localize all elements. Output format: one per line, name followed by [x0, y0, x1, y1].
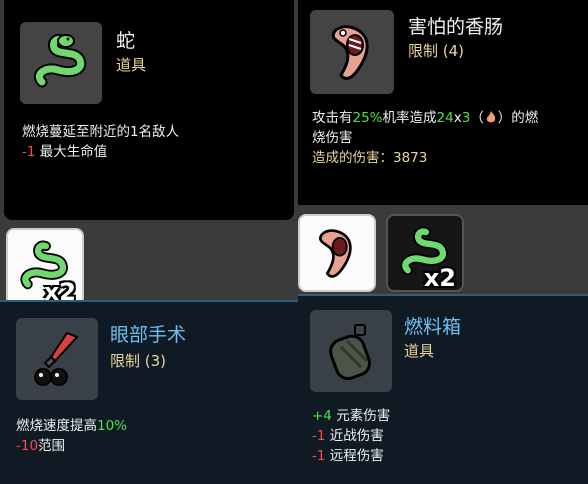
item-limit: 限制 (3)	[110, 352, 167, 370]
item-type: 道具	[116, 56, 147, 74]
sausage-icon-box	[310, 10, 394, 94]
item-description: 攻击有25%机率造成24x3（ ）的燃 烧伤害 造成的伤害：3873	[312, 108, 582, 168]
stat-label: 远程伤害	[329, 448, 384, 464]
effect-text-line1: 攻击有25%机率造成24x3（ ）的燃	[312, 108, 582, 128]
stat-value: -1	[312, 448, 326, 464]
inventory-slot-snake-2[interactable]: x2	[386, 214, 464, 292]
burning-icon	[486, 111, 495, 123]
item-name: 燃料箱	[404, 316, 462, 338]
multiplier-value: 3	[461, 110, 471, 126]
stat-line: -1 近战伤害	[312, 426, 390, 446]
item-name: 害怕的香肠	[408, 16, 504, 38]
stat-label: 最大生命值	[39, 144, 108, 160]
eye-surgery-tooltip: 眼部手术 限制 (3) 燃烧速度提高10% -10范围	[0, 300, 298, 484]
item-count: x2	[423, 264, 456, 292]
stat-label: 近战伤害	[329, 428, 384, 444]
item-type: 道具	[404, 342, 435, 360]
stat-line: -1 最大生命值	[22, 142, 179, 162]
eye-surgery-icon	[34, 331, 79, 386]
sausage-tooltip: 害怕的香肠 限制 (4) 攻击有25%机率造成24x3（ ）的燃 烧伤害 造成的伤…	[298, 0, 588, 205]
effect-text: 燃烧速度提高	[16, 418, 97, 434]
effect-mid: 机率造成	[382, 110, 437, 126]
stat-line: -10范围	[16, 436, 127, 456]
damage-dealt-line: 造成的伤害：3873	[312, 148, 582, 168]
effect-value: 10%	[97, 418, 128, 434]
damage-dealt-value: 3873	[393, 150, 428, 166]
item-limit: 限制 (4)	[408, 42, 465, 60]
effect-prefix: 攻击有	[312, 110, 353, 126]
stat-line: +4 元素伤害	[312, 406, 390, 426]
stat-value: +4	[312, 408, 332, 424]
stat-line: -1 远程伤害	[312, 446, 390, 466]
stat-value: -1	[312, 428, 326, 444]
item-name: 眼部手术	[110, 324, 187, 346]
snake-tooltip: 蛇 道具 燃烧蔓延至附近的1名敌人 -1 最大生命值	[4, 0, 294, 220]
paren-open: （	[470, 110, 484, 126]
chance-value: 25%	[352, 110, 383, 126]
snake-icon-box	[20, 22, 102, 104]
inventory-slot-sausage[interactable]	[298, 214, 376, 292]
stat-label: 元素伤害	[336, 408, 391, 424]
multiplier-x: x	[453, 110, 462, 126]
paren-close: ）的燃	[497, 110, 539, 126]
item-description: 燃烧蔓延至附近的1名敌人 -1 最大生命值	[22, 122, 179, 162]
stat-value: -10	[16, 438, 39, 454]
scared-sausage-icon	[319, 229, 352, 278]
item-stats: +4 元素伤害 -1 近战伤害 -1 远程伤害	[312, 406, 390, 466]
fuel-tank-icon-box	[310, 310, 392, 392]
fuel-tank-tooltip: 燃料箱 道具 +4 元素伤害 -1 近战伤害 -1 远程伤害	[298, 294, 588, 484]
damage-value: 24	[436, 110, 454, 126]
snake-icon	[34, 34, 87, 88]
stat-value: -1	[22, 144, 36, 160]
effect-text-line2: 烧伤害	[312, 130, 353, 146]
effect-line: 燃烧速度提高10%	[16, 416, 127, 436]
effect-text: 燃烧蔓延至附近的1名敌人	[22, 124, 180, 140]
scared-sausage-icon	[331, 25, 369, 80]
inventory-slot-snake[interactable]: x2	[6, 228, 84, 306]
eye-surgery-icon-box	[16, 318, 98, 400]
item-description: 燃烧速度提高10% -10范围	[16, 416, 127, 456]
damage-dealt-label: 造成的伤害：	[312, 150, 393, 166]
fuel-tank-icon	[329, 324, 371, 381]
item-name: 蛇	[116, 30, 136, 52]
stat-label: 范围	[38, 438, 66, 454]
